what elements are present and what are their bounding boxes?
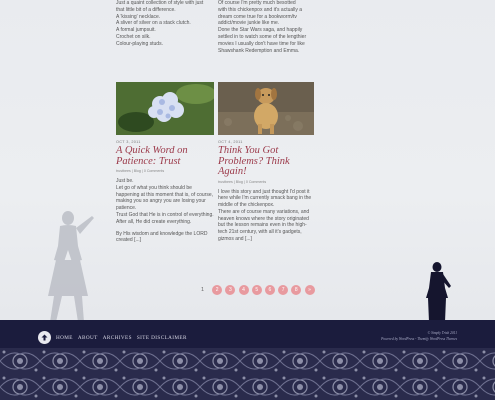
- footer-nav: HOME ABOUT ARCHIVES SITE DISCLAIMER: [38, 331, 192, 344]
- next-page-link[interactable]: »: [304, 285, 315, 295]
- post-meta[interactable]: trustbees | Blog | 0 Comments: [116, 169, 214, 173]
- excerpt-line: addict/movie junkie like me.: [218, 20, 280, 27]
- page-link-2[interactable]: 2: [212, 285, 223, 295]
- previous-post-excerpt-right: Of course I'm pretty much besotted with …: [218, 0, 318, 54]
- woman-silhouette-right: [426, 262, 451, 322]
- post-excerpt: Just be. Let go of what you think should…: [116, 178, 214, 244]
- page-link-3[interactable]: 3: [225, 285, 236, 295]
- current-page: 1: [200, 287, 205, 293]
- excerpt-line: Done the Star Wars saga, and happily: [218, 27, 303, 34]
- footer-link-archives[interactable]: ARCHIVES: [103, 335, 132, 341]
- post-card: OCT 4, 2011 Think You Got Problems? Thin…: [218, 82, 314, 243]
- previous-post-excerpt-left: Just a quaint collection of style with j…: [116, 0, 214, 48]
- post-date: OCT 3, 2011: [116, 140, 141, 144]
- post-excerpt: I love this story and just thought I'd p…: [218, 189, 314, 243]
- footer-link-about[interactable]: ABOUT: [78, 335, 98, 341]
- excerpt-line: Shawshank Redemption and Emma.: [218, 47, 300, 54]
- page-link-6[interactable]: 6: [264, 285, 275, 295]
- puppy-photo-icon[interactable]: [218, 82, 314, 135]
- woman-silhouette-left: [48, 211, 94, 322]
- excerpt-line: Of course I'm pretty much besotted: [218, 0, 296, 6]
- excerpt-line: Colour-playing studs.: [116, 40, 163, 47]
- post-meta[interactable]: trustbees | Blog | 0 Comments: [218, 180, 314, 184]
- hydrangea-photo-icon[interactable]: [116, 82, 214, 135]
- page-link-4[interactable]: 4: [238, 285, 249, 295]
- footer-link-site-disclaimer[interactable]: SITE DISCLAIMER: [137, 335, 187, 341]
- excerpt-line: movies I usually don't have time for lik…: [218, 40, 305, 47]
- post-card: OCT 3, 2011 A Quick Word on Patience: Tr…: [116, 82, 214, 244]
- post-date: OCT 4, 2011: [218, 140, 243, 144]
- page-link-8[interactable]: 8: [291, 285, 302, 295]
- paragraph: Trust God that He is in control of every…: [116, 211, 214, 225]
- footer-credits: © Simply Trish 2011 Powered by WordPress…: [381, 330, 457, 342]
- paragraph: By His wisdom and knowledge the LORD cre…: [116, 230, 208, 244]
- excerpt-line: settled in to watch some of the lengthie…: [218, 33, 307, 40]
- excerpt-line: A formal jumpsuit.: [116, 27, 156, 34]
- excerpt-line: with this chickenpox and it's actually a: [218, 6, 303, 13]
- post-title-link[interactable]: Think You Got Problems? Think Again!: [218, 145, 314, 178]
- excerpt-line: that little bit of a difference.: [116, 6, 176, 13]
- excerpt-line: Just a quaint collection of style with j…: [116, 0, 204, 6]
- pagination: 1 2 3 4 5 6 7 8 »: [196, 285, 315, 295]
- lace-pattern-decoration: [0, 348, 495, 400]
- back-to-top-button[interactable]: [38, 331, 51, 344]
- excerpt-line: Crochet on silk.: [116, 33, 151, 40]
- excerpt-line: A 'kissing' necklace.: [116, 13, 161, 20]
- excerpt-line: dream come true for a bookworm/tv: [218, 13, 297, 20]
- powered-by-text[interactable]: Powered by WordPress - Themify WordPress…: [381, 336, 457, 342]
- page-link-7[interactable]: 7: [278, 285, 289, 295]
- paragraph: There are of course many variations, and…: [218, 208, 310, 243]
- paragraph: Let go of what you think should be happe…: [116, 184, 213, 212]
- arrow-up-icon: [41, 334, 48, 341]
- page-link-5[interactable]: 5: [251, 285, 262, 295]
- paragraph: I love this story and just thought I'd p…: [218, 188, 312, 209]
- excerpt-line: A sliver of silver on a stack clutch.: [116, 20, 191, 27]
- post-title-link[interactable]: A Quick Word on Patience: Trust: [116, 145, 214, 167]
- paragraph: Just be.: [116, 178, 134, 184]
- footer-link-home[interactable]: HOME: [56, 335, 73, 341]
- site-footer: HOME ABOUT ARCHIVES SITE DISCLAIMER © Si…: [0, 320, 495, 400]
